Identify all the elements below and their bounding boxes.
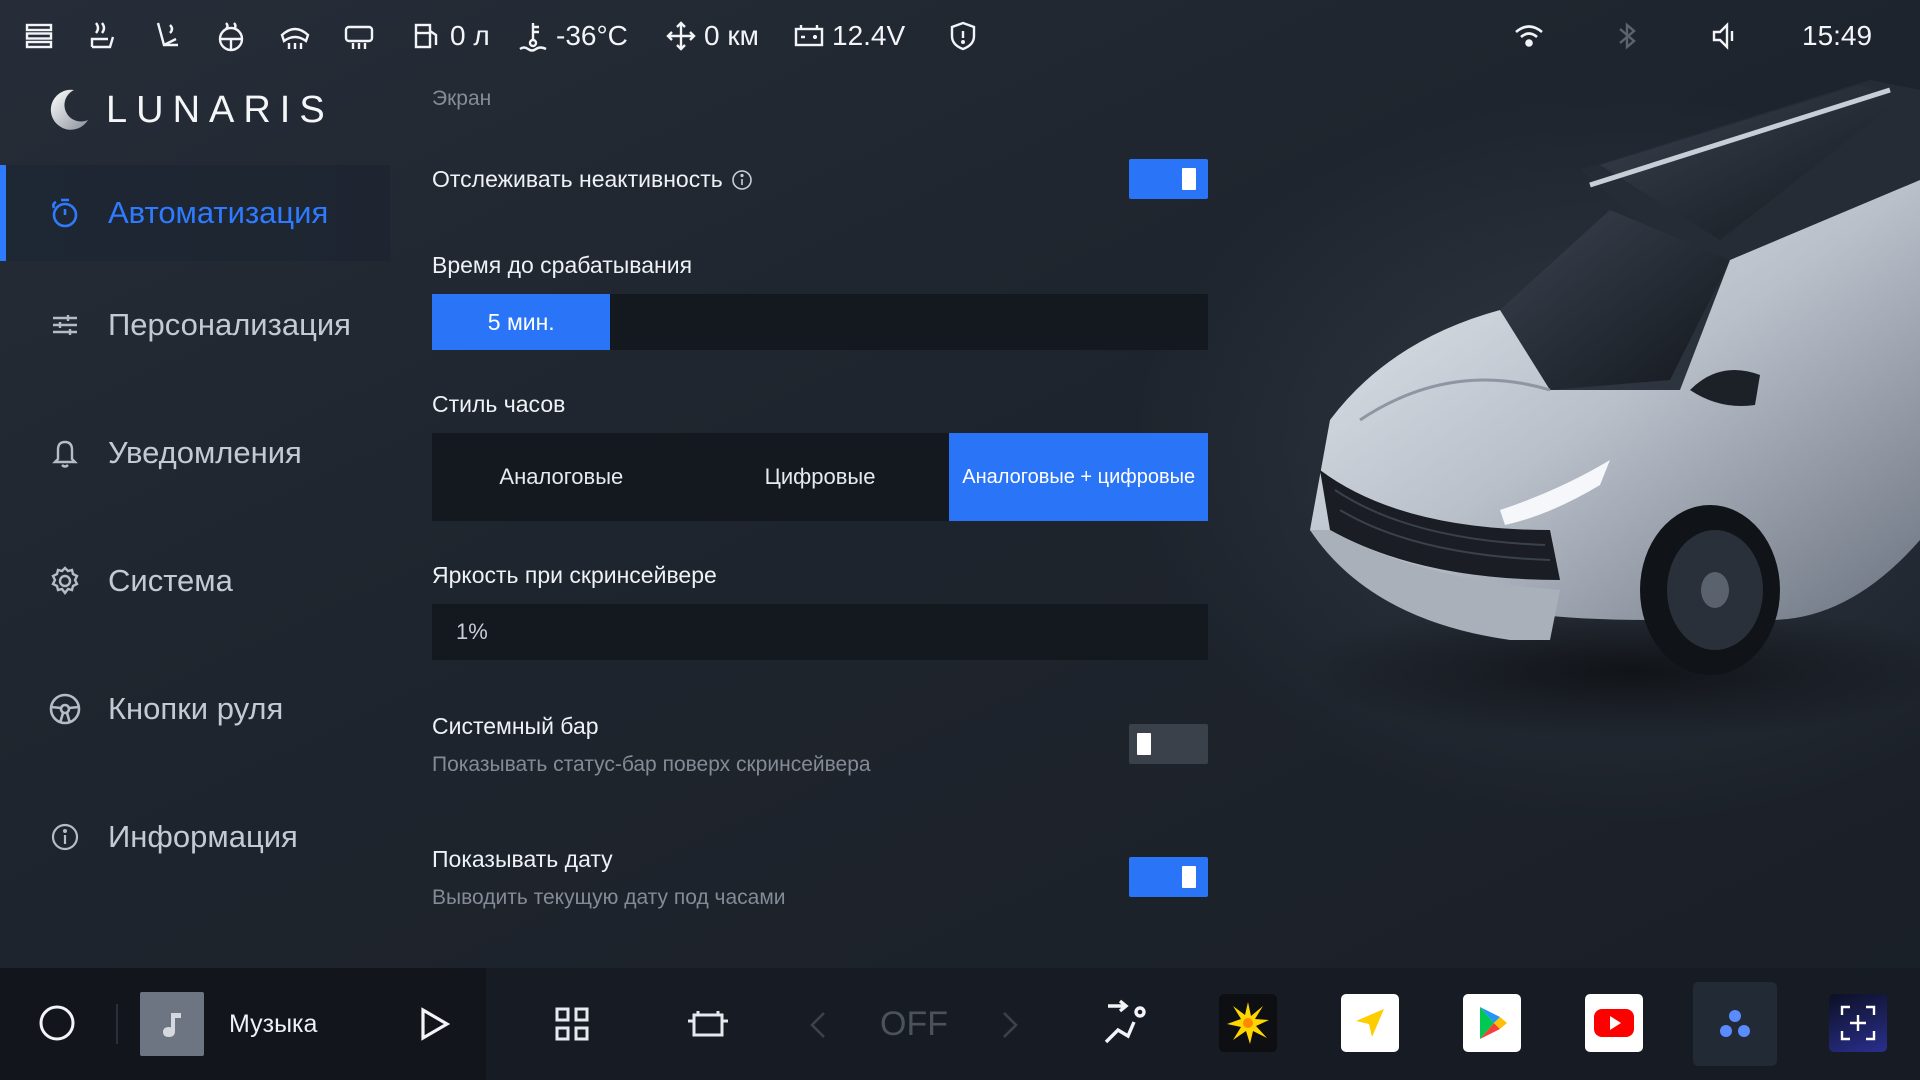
range-value: 0 км: [704, 20, 759, 51]
airflow-seat-icon[interactable]: [1096, 994, 1156, 1054]
sidebar-item-notifications[interactable]: Уведомления: [0, 389, 390, 517]
sidebar: Автоматизация Персонализация Уведомления…: [0, 165, 390, 901]
system-bar-toggle[interactable]: [1129, 724, 1208, 764]
gear-icon: [48, 564, 82, 598]
range-arrows-icon: [666, 21, 696, 51]
sidebar-item-label: Кнопки руля: [108, 691, 284, 726]
trigger-time-slider[interactable]: 5 мин.: [432, 294, 1208, 350]
clock-style-selector: Аналоговые Цифровые Аналоговые + цифровы…: [432, 433, 1209, 521]
track-inactivity-toggle[interactable]: [1129, 159, 1208, 199]
play-icon[interactable]: [414, 1004, 454, 1044]
brand-name: LUNARIS: [106, 88, 334, 131]
navigator-icon[interactable]: [1341, 994, 1399, 1052]
sidebar-item-steering-buttons[interactable]: Кнопки руля: [0, 645, 390, 773]
info-icon: [48, 820, 82, 854]
slider-fill: 5 мин.: [432, 294, 611, 350]
sidebar-item-label: Информация: [108, 819, 298, 854]
car-seat-icon[interactable]: [684, 1004, 732, 1044]
rear-defrost-icon[interactable]: [342, 16, 376, 56]
brand-logo: LUNARIS: [44, 86, 334, 134]
screensaver-brightness-slider[interactable]: 1%: [432, 604, 1208, 660]
status-bar: 0 л -36°C 0 км 12.4V 15:49: [0, 0, 1920, 72]
battery-indicator: 12.4V: [792, 16, 905, 56]
show-date-description: Выводить текущую дату под часами: [432, 886, 786, 909]
section-title: Экран: [432, 87, 492, 110]
menu-list-icon[interactable]: [22, 16, 56, 56]
system-bar-description: Показывать статус-бар поверх скринсейвер…: [432, 753, 871, 776]
steering-heat-icon[interactable]: [214, 16, 248, 56]
home-circle-icon[interactable]: [36, 1002, 78, 1044]
screensaver-brightness-label: Яркость при скринсейвере: [432, 562, 717, 588]
sliders-icon: [48, 308, 82, 342]
seat-heat-passenger-icon[interactable]: [150, 16, 184, 56]
battery-icon: [794, 25, 824, 47]
screensaver-brightness-value: 1%: [456, 619, 488, 644]
bluetooth-icon[interactable]: [1610, 16, 1644, 56]
dock-divider: [116, 1004, 118, 1044]
sidebar-item-system[interactable]: Система: [0, 517, 390, 645]
climate-next-icon[interactable]: [998, 1010, 1022, 1040]
steering-wheel-icon: [48, 692, 82, 726]
range-indicator: 0 км: [664, 16, 759, 56]
trigger-time-value: 5 мин.: [487, 308, 555, 335]
fuel-value: 0 л: [450, 20, 490, 51]
sidebar-item-information[interactable]: Информация: [0, 773, 390, 901]
temperature-value: -36°C: [556, 20, 628, 51]
apps-grid-icon[interactable]: [552, 1004, 592, 1044]
toggle-knob: [1137, 733, 1151, 755]
track-inactivity-label: Отслеживать неактивность: [432, 166, 723, 192]
clock: 15:49: [1802, 20, 1873, 51]
toggle-knob: [1182, 168, 1196, 190]
sidebar-item-label: Автоматизация: [108, 195, 329, 230]
sidebar-item-personalization[interactable]: Персонализация: [0, 261, 390, 389]
clock-style-option-analog[interactable]: Аналоговые: [432, 433, 691, 521]
show-date-toggle[interactable]: [1129, 857, 1208, 897]
fuel-icon: [414, 23, 438, 49]
sidebar-item-automation[interactable]: Автоматизация: [0, 165, 390, 261]
volume-icon[interactable]: [1708, 16, 1742, 56]
sidebar-item-label: Система: [108, 563, 233, 598]
screenshot-icon[interactable]: [1829, 994, 1887, 1052]
coolant-temp-icon: [519, 23, 547, 52]
music-cover-icon[interactable]: [140, 992, 204, 1056]
sidebar-item-label: Уведомления: [108, 435, 302, 470]
launcher-icon[interactable]: [1693, 982, 1777, 1066]
track-inactivity-row: Отслеживать неактивность: [432, 166, 753, 193]
clock-style-option-analog-digital[interactable]: Аналоговые + цифровые: [949, 433, 1209, 521]
sidebar-item-label: Персонализация: [108, 307, 351, 342]
temperature-indicator: -36°C: [516, 16, 628, 56]
toggle-knob: [1182, 866, 1196, 888]
show-date-label: Показывать дату: [432, 846, 613, 872]
car-image: [1300, 80, 1920, 740]
moon-logo-icon: [50, 89, 88, 130]
yandex-music-icon[interactable]: [1219, 994, 1277, 1052]
climate-value: OFF: [880, 1004, 948, 1043]
climate-prev-icon[interactable]: [806, 1010, 830, 1040]
trigger-time-label: Время до срабатывания: [432, 252, 693, 278]
shield-icon[interactable]: [946, 16, 980, 56]
fuel-indicator: 0 л: [410, 16, 490, 56]
wifi-icon[interactable]: [1512, 16, 1546, 56]
info-icon[interactable]: [731, 169, 753, 191]
bell-icon: [48, 436, 82, 470]
google-play-icon[interactable]: [1463, 994, 1521, 1052]
seat-heat-driver-icon[interactable]: [86, 16, 120, 56]
media-title[interactable]: Музыка: [229, 1008, 317, 1040]
voltage-value: 12.4V: [832, 20, 906, 51]
clock-style-option-digital[interactable]: Цифровые: [691, 433, 950, 521]
youtube-icon[interactable]: [1585, 994, 1643, 1052]
front-defrost-icon[interactable]: [278, 16, 312, 56]
timer-icon: [48, 196, 82, 230]
system-bar-label: Системный бар: [432, 713, 599, 739]
clock-style-label: Стиль часов: [432, 391, 566, 417]
